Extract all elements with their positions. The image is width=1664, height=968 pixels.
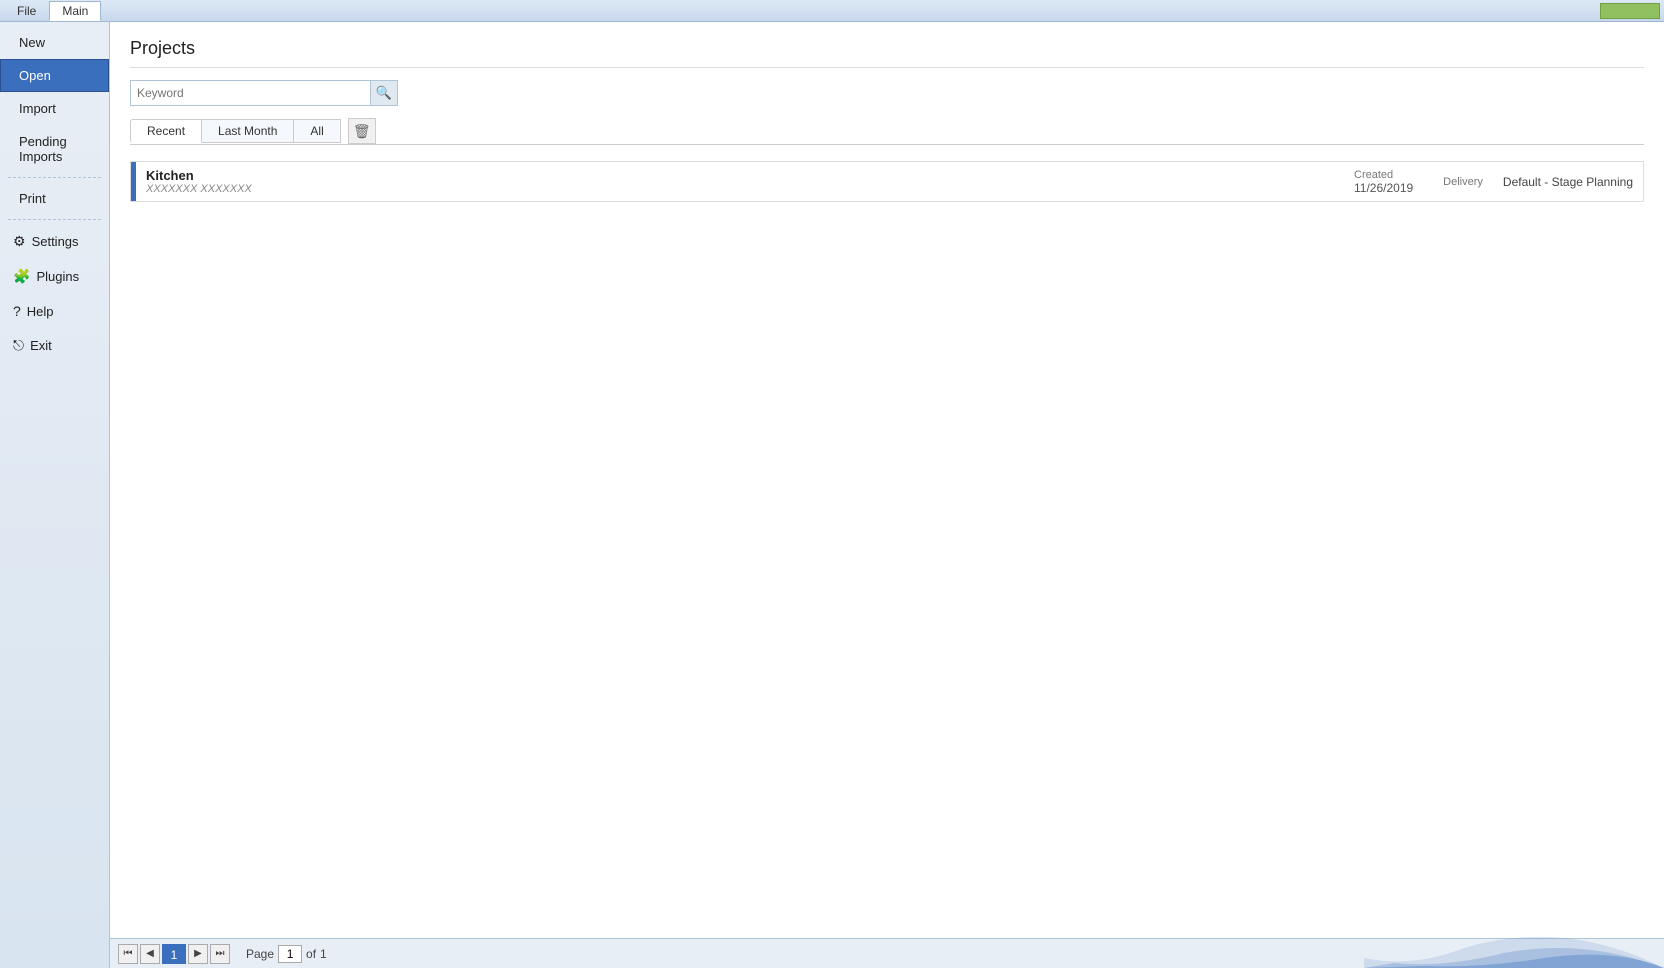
puzzle-icon: 🧩 [13,268,30,285]
trash-icon: 🗑 [353,123,371,140]
next-page-button[interactable]: ▶ [188,944,208,964]
content-area: Projects 🔍 Recent Last Month All 🗑 [110,22,1664,968]
project-info: Kitchen XXXXXXX XXXXXXX [136,162,1344,201]
sidebar-item-open[interactable]: Open [0,59,109,92]
table-row[interactable]: Kitchen XXXXXXX XXXXXXX Created 11/26/20… [130,161,1644,202]
content-footer: ⏮ ◀ 1 ▶ ⏭ Page of 1 [110,938,1664,968]
sidebar-item-print[interactable]: Print [0,182,109,215]
prev-page-icon: ◀ [146,948,154,959]
search-bar: 🔍 [130,80,1644,106]
page-title: Projects [130,38,1644,68]
exit-icon: ⎋ [13,337,24,354]
title-bar-green-button[interactable] [1600,3,1660,19]
page-label: Page [246,947,274,961]
last-page-button[interactable]: ⏭ [210,944,230,964]
page-total: 1 [320,947,327,961]
project-stage: Default - Stage Planning [1493,169,1643,195]
first-page-button[interactable]: ⏮ [118,944,138,964]
page-number-input[interactable] [278,945,302,963]
sidebar: New Open Import Pending Imports Print ⚙ … [0,22,110,968]
tab-recent[interactable]: Recent [130,119,202,143]
title-bar: File Main [0,0,1664,22]
tab-file[interactable]: File [4,1,49,21]
sidebar-item-new-label: New [19,35,45,50]
created-date: 11/26/2019 [1354,181,1413,195]
sidebar-item-plugins-label: Plugins [36,269,79,284]
project-meta: Created 11/26/2019 Delivery [1344,162,1493,201]
sidebar-item-pending-imports-label: Pending Imports [19,134,96,164]
sidebar-item-exit-label: Exit [30,338,52,353]
delivery-label: Delivery [1443,176,1483,188]
sidebar-item-settings[interactable]: ⚙ Settings [0,224,109,259]
sidebar-item-help[interactable]: ? Help [0,294,109,328]
last-page-icon: ⏭ [216,948,225,959]
sidebar-item-help-label: Help [27,304,54,319]
title-bar-controls [1600,3,1660,19]
search-input[interactable] [130,80,370,106]
sidebar-item-import-label: Import [19,101,56,116]
sidebar-item-exit[interactable]: ⎋ Exit [0,328,109,363]
delete-button[interactable]: 🗑 [348,118,376,144]
sidebar-divider-1 [8,177,101,178]
project-meta-delivery: Delivery [1443,176,1483,188]
project-id: XXXXXXX XXXXXXX [146,183,1334,195]
search-icon: 🔍 [376,85,392,101]
first-page-icon: ⏮ [124,948,133,959]
page-info: Page of 1 [246,945,327,963]
filter-tabs: Recent Last Month All 🗑 [130,118,1644,145]
gear-icon: ⚙ [13,233,26,250]
help-icon: ? [13,303,21,319]
sidebar-item-plugins[interactable]: 🧩 Plugins [0,259,109,294]
page-of-label: of [306,947,316,961]
tab-main[interactable]: Main [49,1,101,21]
content-inner: Projects 🔍 Recent Last Month All 🗑 [110,22,1664,938]
sidebar-item-open-label: Open [19,68,51,83]
sidebar-item-import[interactable]: Import [0,92,109,125]
sidebar-item-new[interactable]: New [0,26,109,59]
tab-last-month[interactable]: Last Month [201,119,294,143]
search-button[interactable]: 🔍 [370,80,398,106]
sidebar-divider-2 [8,219,101,220]
next-page-icon: ▶ [194,948,202,959]
created-label: Created [1354,169,1413,181]
pagination: ⏮ ◀ 1 ▶ ⏭ [118,944,230,964]
sidebar-item-print-label: Print [19,191,46,206]
prev-page-button[interactable]: ◀ [140,944,160,964]
tab-all[interactable]: All [293,119,340,143]
app-body: New Open Import Pending Imports Print ⚙ … [0,22,1664,968]
current-page-box: 1 [162,944,186,964]
sidebar-item-pending-imports[interactable]: Pending Imports [0,125,109,173]
sidebar-item-settings-label: Settings [32,234,79,249]
project-list: Kitchen XXXXXXX XXXXXXX Created 11/26/20… [130,161,1644,202]
project-meta-created: Created 11/26/2019 [1354,169,1413,195]
project-name: Kitchen [146,168,1334,183]
